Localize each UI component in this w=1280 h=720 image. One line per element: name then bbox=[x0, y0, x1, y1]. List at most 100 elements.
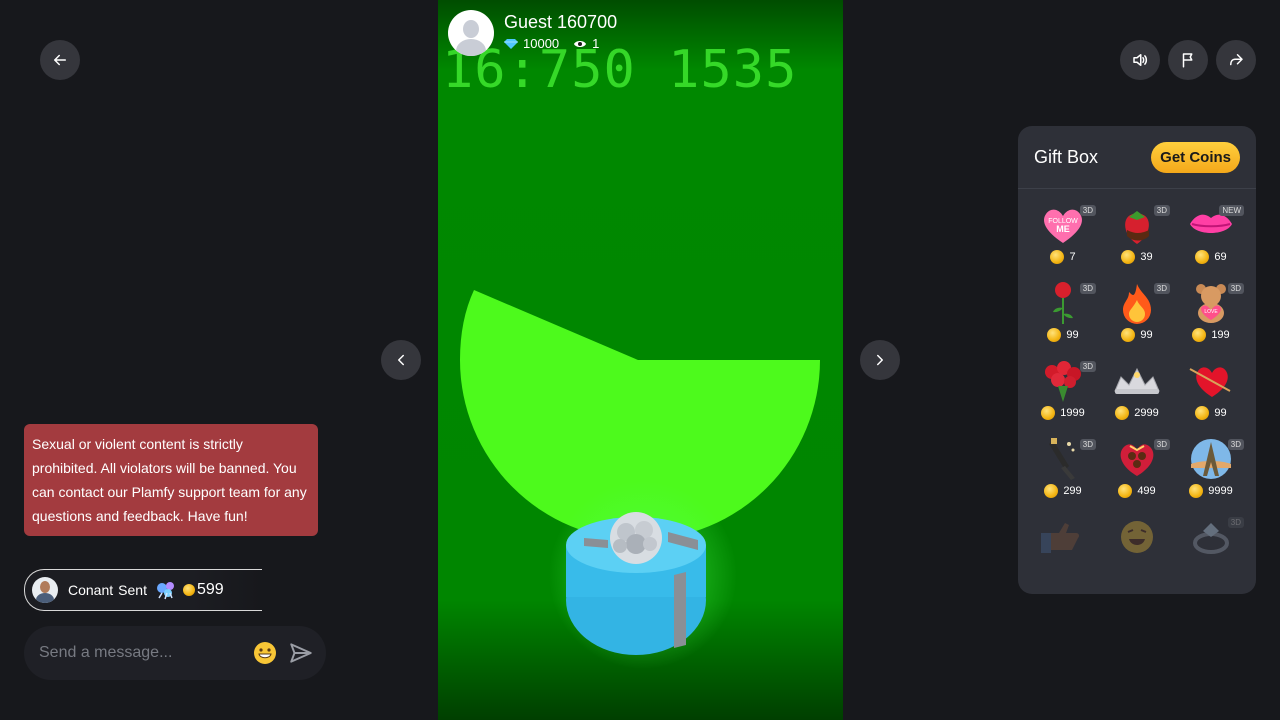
gift-badge: 3D bbox=[1079, 439, 1096, 450]
coin-icon bbox=[182, 584, 195, 596]
coin-icon bbox=[1192, 328, 1207, 342]
coin-icon bbox=[1041, 406, 1056, 420]
hand-icon bbox=[1039, 514, 1087, 560]
streamer-name: Guest 160700 bbox=[504, 12, 618, 32]
gift-item[interactable] bbox=[1100, 514, 1174, 592]
gift-box-panel: Gift Box Get Coins FOLLOW ME 3D 7 3D 39 NEW 69 3… bbox=[1018, 126, 1256, 594]
gift-price-value: 99 bbox=[1214, 407, 1227, 419]
sound-button[interactable] bbox=[1120, 40, 1160, 80]
gift-price-value: 7 bbox=[1069, 251, 1076, 263]
sender-name: Conant bbox=[68, 582, 114, 598]
share-icon bbox=[1230, 54, 1243, 66]
gift-item[interactable]: NEW 69 bbox=[1174, 202, 1248, 280]
gift-price: 99 bbox=[1121, 328, 1153, 342]
gift-price-value: 1999 bbox=[1060, 407, 1085, 419]
next-stream-button[interactable] bbox=[860, 340, 900, 380]
gift-item[interactable]: FOLLOW ME 3D 7 bbox=[1026, 202, 1100, 280]
gift-item[interactable]: 3D 1999 bbox=[1026, 358, 1100, 436]
coin-icon bbox=[1121, 328, 1136, 342]
report-button[interactable] bbox=[1168, 40, 1208, 80]
coin-icon bbox=[1195, 250, 1210, 264]
sent-action-label: Sent bbox=[118, 582, 147, 598]
gift-badge: 3D bbox=[1227, 517, 1244, 528]
get-coins-button[interactable]: Get Coins bbox=[1151, 141, 1240, 173]
fireworks-gift-icon bbox=[156, 582, 174, 600]
gift-item[interactable]: 3D bbox=[1174, 514, 1248, 592]
coin-icon bbox=[1118, 484, 1133, 498]
speaker-icon bbox=[1133, 54, 1148, 66]
diamond-icon bbox=[504, 38, 518, 49]
gift-price-value: 2999 bbox=[1134, 407, 1159, 419]
gift-price-value: 39 bbox=[1140, 251, 1153, 263]
chevron-right-icon bbox=[877, 354, 883, 366]
gift-price: 39 bbox=[1121, 250, 1153, 264]
moderation-notice: Sexual or violent content is strictly pr… bbox=[24, 424, 318, 536]
flag-icon bbox=[1182, 53, 1193, 68]
gift-price-value: 99 bbox=[1066, 329, 1079, 341]
gift-price: 1999 bbox=[1041, 406, 1085, 420]
gift-price: 2999 bbox=[1115, 406, 1159, 420]
svg-text:LOVE: LOVE bbox=[1204, 309, 1218, 315]
gift-badge: 3D bbox=[1153, 439, 1170, 450]
gift-badge: 3D bbox=[1227, 439, 1244, 450]
gift-price: 9999 bbox=[1189, 484, 1233, 498]
gift-price-value: 69 bbox=[1214, 251, 1227, 263]
laughing-face-icon bbox=[1113, 514, 1161, 560]
gift-item[interactable]: LOVE 3D 199 bbox=[1174, 280, 1248, 358]
gift-badge: 3D bbox=[1079, 361, 1096, 372]
message-input[interactable] bbox=[37, 643, 252, 663]
gift-badge: 3D bbox=[1079, 283, 1096, 294]
heart-arrow-icon bbox=[1187, 358, 1235, 404]
tiara-icon bbox=[1113, 358, 1161, 404]
gift-price: 99 bbox=[1195, 406, 1227, 420]
coin-icon bbox=[1195, 406, 1210, 420]
gift-price: 199 bbox=[1192, 328, 1230, 342]
gift-badge: 3D bbox=[1153, 283, 1170, 294]
gift-price-value: 299 bbox=[1063, 485, 1082, 497]
coin-icon bbox=[1121, 250, 1136, 264]
previous-stream-button[interactable] bbox=[381, 340, 421, 380]
gift-price-value: 499 bbox=[1137, 485, 1156, 497]
gift-item[interactable]: 3D 99 bbox=[1100, 280, 1174, 358]
gift-badge: 3D bbox=[1079, 205, 1096, 216]
gift-item[interactable]: 3D 299 bbox=[1026, 436, 1100, 514]
gift-item[interactable]: 3D 9999 bbox=[1174, 436, 1248, 514]
sent-amount-value: 599 bbox=[196, 581, 224, 598]
gift-item[interactable] bbox=[1026, 514, 1100, 592]
emoji-button-icon[interactable] bbox=[252, 640, 278, 666]
coin-icon bbox=[1044, 484, 1059, 498]
gift-item[interactable]: 2999 bbox=[1100, 358, 1174, 436]
gift-price: 299 bbox=[1044, 484, 1082, 498]
gift-badge: 3D bbox=[1153, 205, 1170, 216]
gift-badge: 3D bbox=[1227, 283, 1244, 294]
send-icon[interactable] bbox=[288, 640, 314, 666]
gift-grid: FOLLOW ME 3D 7 3D 39 NEW 69 3D 99 3D 99 LOVE 3D 199 3D 1… bbox=[1026, 202, 1248, 592]
gift-item[interactable]: 99 bbox=[1174, 358, 1248, 436]
chevron-left-icon bbox=[398, 354, 404, 366]
gift-price: 7 bbox=[1050, 250, 1076, 264]
gift-price-value: 9999 bbox=[1208, 485, 1233, 497]
gift-price: 69 bbox=[1195, 250, 1227, 264]
sender-avatar bbox=[32, 577, 58, 603]
live-stream-video: 16:750 1535 Guest 160700 10000 1 bbox=[438, 0, 843, 720]
gift-price: 499 bbox=[1118, 484, 1156, 498]
gift-box-title: Gift Box bbox=[1034, 146, 1099, 167]
coin-icon bbox=[1115, 406, 1130, 420]
streamer-header: Guest 160700 10000 1 bbox=[448, 10, 617, 56]
gift-price-value: 199 bbox=[1211, 329, 1230, 341]
arrow-left-icon bbox=[54, 54, 66, 66]
svg-text:ME: ME bbox=[1056, 224, 1070, 234]
viewer-count: 1 bbox=[592, 36, 600, 51]
gift-sent-message: Conant Sent 599 bbox=[24, 569, 262, 611]
gift-price-value: 99 bbox=[1140, 329, 1153, 341]
gift-badge: NEW bbox=[1219, 205, 1244, 216]
share-button[interactable] bbox=[1216, 40, 1256, 80]
streamer-avatar[interactable] bbox=[448, 10, 494, 56]
gift-item[interactable]: 3D 99 bbox=[1026, 280, 1100, 358]
gift-item[interactable]: 3D 499 bbox=[1100, 436, 1174, 514]
coin-icon bbox=[1047, 328, 1062, 342]
gift-item[interactable]: 3D 39 bbox=[1100, 202, 1174, 280]
diamond-count: 10000 bbox=[523, 36, 560, 51]
back-button[interactable] bbox=[40, 40, 80, 80]
gift-box-3d-model bbox=[548, 480, 738, 670]
